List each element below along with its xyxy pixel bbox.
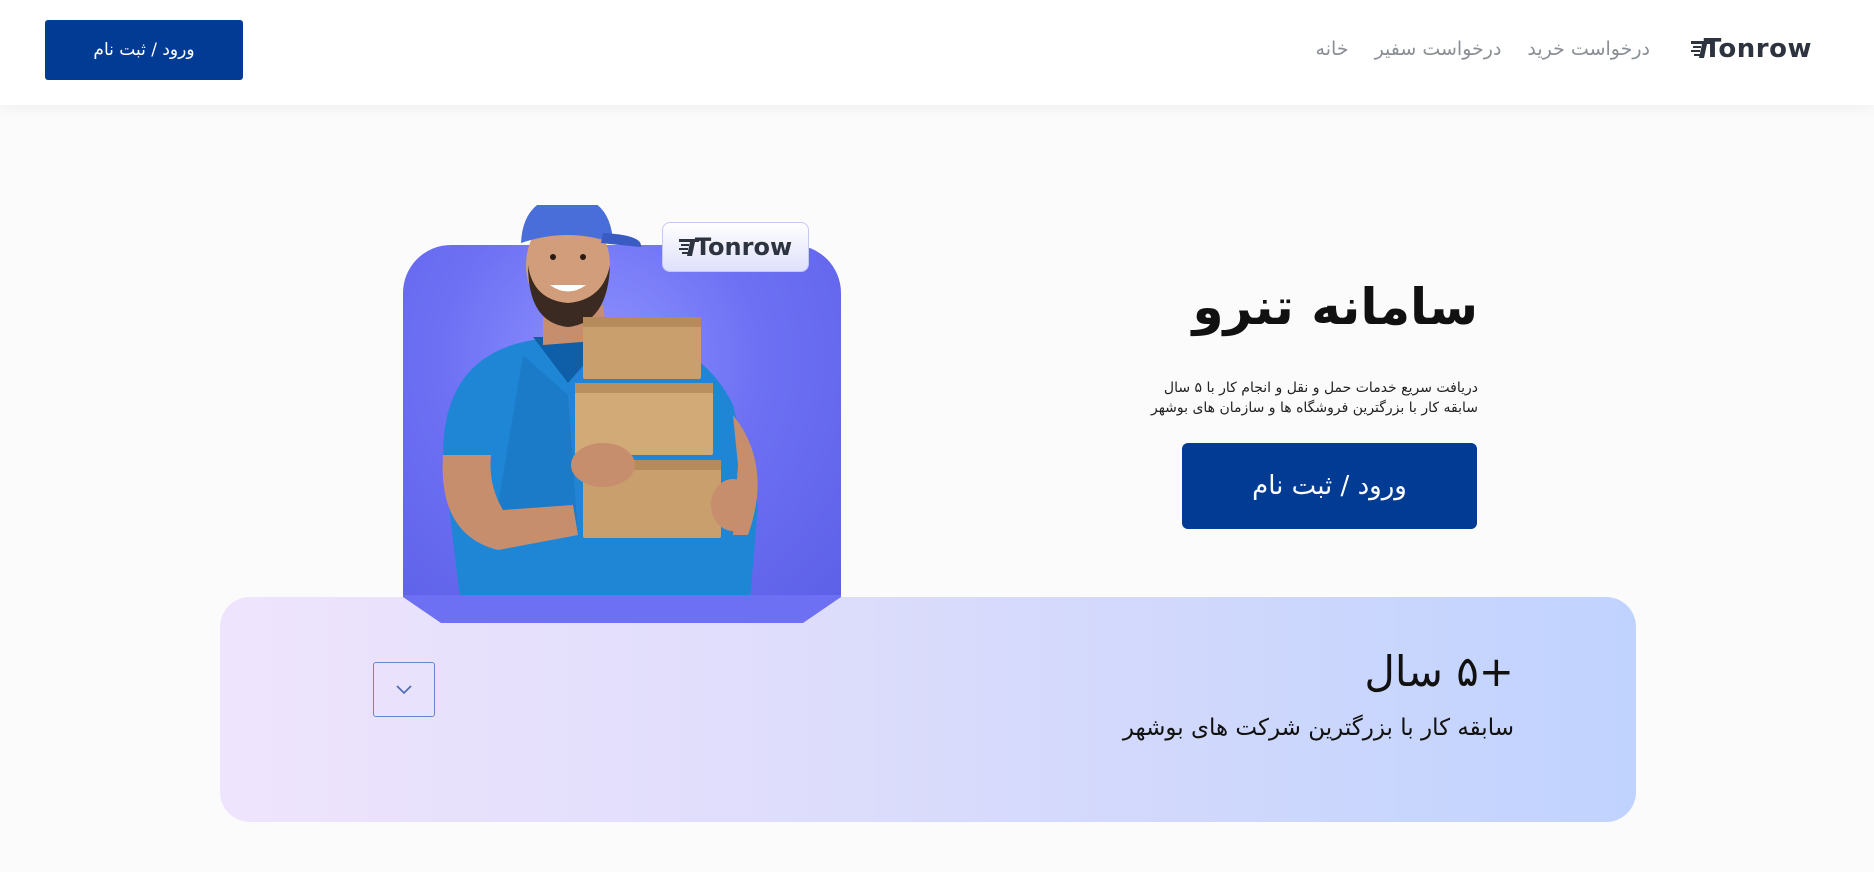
hero-login-button[interactable]: ورود / ثبت نام bbox=[1182, 443, 1477, 529]
hero-subtitle: دریافت سریع خدمات حمل و نقل و انجام کار … bbox=[1138, 378, 1478, 418]
logo-text: Tonrow bbox=[1703, 34, 1812, 64]
badge-text: Tonrow bbox=[694, 233, 793, 261]
header-login-button[interactable]: ورود / ثبت نام bbox=[45, 20, 243, 80]
hero-heading-wrap: سامانه تنرو bbox=[1192, 278, 1478, 336]
site-header: ورود / ثبت نام خانه درخواست سفیر درخواست… bbox=[0, 0, 1874, 105]
hero-subtitle-line-2: سابقه کار با بزرگترین فروشگاه ها و سازما… bbox=[1150, 400, 1478, 416]
hero-subtitle-line-1: دریافت سریع خدمات حمل و نقل و انجام کار … bbox=[1163, 380, 1478, 396]
nav-item-purchase-request[interactable]: درخواست خرید bbox=[1527, 38, 1650, 60]
nav-item-ambassador-request[interactable]: درخواست سفیر bbox=[1375, 38, 1502, 60]
logo-speed-icon bbox=[1690, 38, 1711, 60]
chevron-down-icon bbox=[396, 684, 412, 695]
stat-label: سابقه کار با بزرگترین شرکت های بوشهر bbox=[1122, 715, 1514, 741]
hero-title: سامانه تنرو bbox=[1192, 278, 1478, 336]
main-nav: خانه درخواست سفیر درخواست خرید bbox=[1316, 38, 1650, 60]
stat-value: +۵ سال bbox=[1364, 647, 1514, 696]
scroll-down-button[interactable] bbox=[373, 662, 435, 717]
card-notch bbox=[403, 595, 841, 623]
brand-logo[interactable]: Tonrow bbox=[1690, 34, 1812, 64]
nav-item-home[interactable]: خانه bbox=[1316, 38, 1349, 60]
photo-brand-badge: Tonrow bbox=[662, 222, 809, 272]
stats-card: +۵ سال سابقه کار با بزرگترین شرکت های بو… bbox=[220, 595, 1636, 822]
